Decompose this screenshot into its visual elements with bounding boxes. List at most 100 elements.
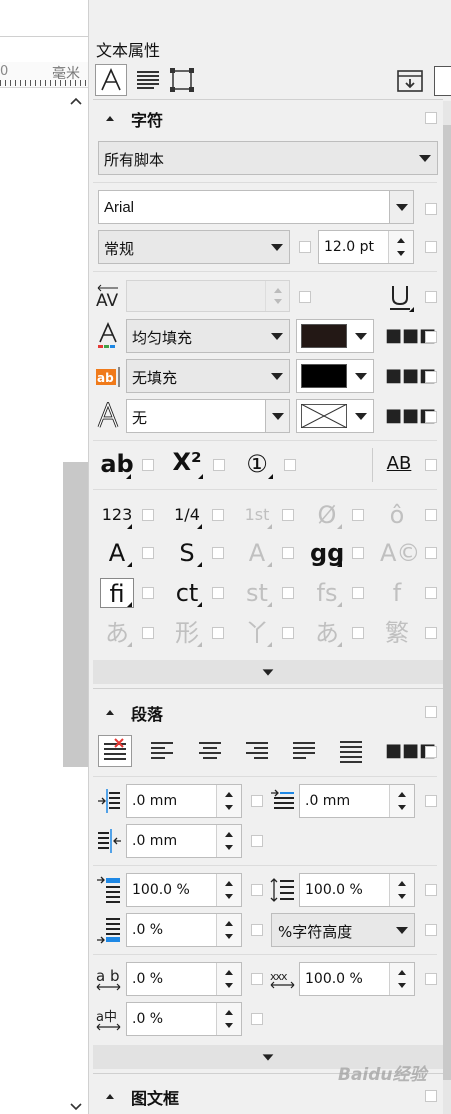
space-before-spinbox[interactable]: 100.0 % <box>126 873 242 907</box>
space-before-checkbox[interactable] <box>251 884 263 896</box>
glyph-checkbox[interactable] <box>425 509 437 521</box>
line-spacing-checkbox[interactable] <box>425 884 437 896</box>
align-center-button[interactable] <box>196 737 224 765</box>
font-list-dropdown[interactable]: Arial <box>98 190 414 224</box>
section-checkbox[interactable] <box>425 112 437 124</box>
horizontal-ruler[interactable]: 0 毫米 <box>0 62 89 88</box>
align-right-button[interactable] <box>243 737 271 765</box>
ornaments-button[interactable]: ô <box>380 500 414 530</box>
outline-checkbox[interactable] <box>425 411 437 423</box>
outline-color-picker[interactable] <box>296 399 374 433</box>
section-checkbox[interactable] <box>425 1090 437 1102</box>
first-line-indent-checkbox[interactable] <box>425 795 437 807</box>
word-spacing-spinbox[interactable]: 100.0 % <box>299 962 415 996</box>
fill-color-picker[interactable] <box>296 319 374 353</box>
panel-scroll-thumb[interactable] <box>443 125 451 1080</box>
left-indent-spinbox[interactable]: .0 mm <box>126 784 242 818</box>
glyph-checkbox[interactable] <box>212 547 224 559</box>
space-after-spinbox[interactable]: .0 % <box>126 913 242 947</box>
ab-case-button[interactable]: ab <box>100 452 134 476</box>
outline-width-dropdown[interactable]: 无 <box>126 399 290 433</box>
spin-buttons[interactable] <box>388 231 413 263</box>
align-none-button[interactable] <box>98 735 132 767</box>
language-spacing-spinbox[interactable]: .0 % <box>126 1002 242 1036</box>
font-size-checkbox[interactable] <box>425 241 437 253</box>
enclosed-number-button[interactable]: ① <box>240 452 274 476</box>
spin-buttons[interactable] <box>216 914 241 946</box>
right-indent-spinbox[interactable]: .0 mm <box>126 824 242 858</box>
left-indent-checkbox[interactable] <box>251 795 263 807</box>
glyph-checkbox[interactable] <box>142 459 154 471</box>
fill-type-dropdown[interactable]: 均匀填充 <box>126 319 290 353</box>
spin-buttons[interactable] <box>216 963 241 995</box>
spin-buttons[interactable] <box>389 785 414 817</box>
glyph-checkbox[interactable] <box>425 587 437 599</box>
align-left-button[interactable] <box>148 737 176 765</box>
spacing-unit-checkbox[interactable] <box>425 924 437 936</box>
tab-paragraph[interactable] <box>134 66 162 94</box>
font-checkbox[interactable] <box>425 203 437 215</box>
font-size-spinbox[interactable]: 12.0 pt <box>318 230 414 264</box>
glyph-checkbox[interactable] <box>425 627 437 639</box>
underline-checkbox[interactable] <box>425 291 437 303</box>
background-fill-dropdown[interactable]: 无填充 <box>126 359 290 393</box>
glyph-checkbox[interactable] <box>425 547 437 559</box>
spin-buttons[interactable] <box>389 874 414 906</box>
glyph-checkbox[interactable] <box>352 627 364 639</box>
spin-buttons[interactable] <box>389 963 414 995</box>
superscript-button[interactable]: X² <box>170 450 204 474</box>
glyph-checkbox[interactable] <box>352 547 364 559</box>
line-spacing-spinbox[interactable]: 100.0 % <box>299 873 415 907</box>
all-caps-button[interactable]: AB <box>382 452 416 476</box>
right-indent-checkbox[interactable] <box>251 835 263 847</box>
script-dropdown[interactable]: 所有脚本 <box>98 141 438 175</box>
spin-buttons[interactable] <box>216 1003 241 1035</box>
glyph-checkbox[interactable] <box>142 587 154 599</box>
glyph-checkbox[interactable] <box>352 509 364 521</box>
glyph-checkbox[interactable] <box>282 547 294 559</box>
expand-character-button[interactable] <box>93 660 443 684</box>
long-s-button[interactable]: f <box>380 578 414 608</box>
alignment-checkbox[interactable] <box>425 746 437 758</box>
spin-buttons[interactable] <box>216 874 241 906</box>
glyph-checkbox[interactable] <box>212 587 224 599</box>
section-toggle-character[interactable] <box>106 113 114 121</box>
section-checkbox[interactable] <box>425 706 437 718</box>
glyph-checkbox[interactable] <box>425 459 437 471</box>
kerning-spinbox[interactable] <box>126 280 290 312</box>
background-checkbox[interactable] <box>425 371 437 383</box>
char-spacing-checkbox[interactable] <box>251 973 263 985</box>
font-style-checkbox[interactable] <box>299 241 311 253</box>
panel-options-button[interactable] <box>396 68 424 94</box>
spin-buttons[interactable] <box>216 785 241 817</box>
word-spacing-checkbox[interactable] <box>425 973 437 985</box>
glyph-checkbox[interactable] <box>284 459 296 471</box>
glyph-checkbox[interactable] <box>213 459 225 471</box>
glyph-checkbox[interactable] <box>142 627 154 639</box>
glyph-checkbox[interactable] <box>212 627 224 639</box>
tab-character[interactable] <box>95 64 127 96</box>
first-line-indent-spinbox[interactable]: .0 mm <box>299 784 415 818</box>
background-color-picker[interactable] <box>296 359 374 393</box>
simplified-forms-button[interactable]: 繁 <box>380 618 414 648</box>
force-justify-button[interactable] <box>337 737 365 765</box>
glyph-checkbox[interactable] <box>282 627 294 639</box>
glyph-checkbox[interactable] <box>142 509 154 521</box>
kerning-checkbox[interactable] <box>299 291 311 303</box>
discretionary-button[interactable]: A© <box>380 538 420 568</box>
underline-button[interactable] <box>386 282 414 312</box>
spin-buttons[interactable] <box>265 281 289 311</box>
collapse-tab[interactable] <box>434 66 451 96</box>
glyph-checkbox[interactable] <box>142 547 154 559</box>
glyph-checkbox[interactable] <box>212 509 224 521</box>
vertical-scroll-thumb[interactable] <box>63 462 89 767</box>
tab-frame[interactable] <box>168 66 196 94</box>
space-after-checkbox[interactable] <box>251 924 263 936</box>
scroll-down-button[interactable] <box>66 1100 86 1114</box>
spacing-unit-dropdown[interactable]: %字符高度 <box>271 913 415 947</box>
justify-button[interactable] <box>290 737 318 765</box>
glyph-checkbox[interactable] <box>282 587 294 599</box>
font-style-dropdown[interactable]: 常规 <box>98 230 290 264</box>
char-spacing-spinbox[interactable]: .0 % <box>126 962 242 996</box>
section-toggle-frame[interactable] <box>106 1091 114 1099</box>
